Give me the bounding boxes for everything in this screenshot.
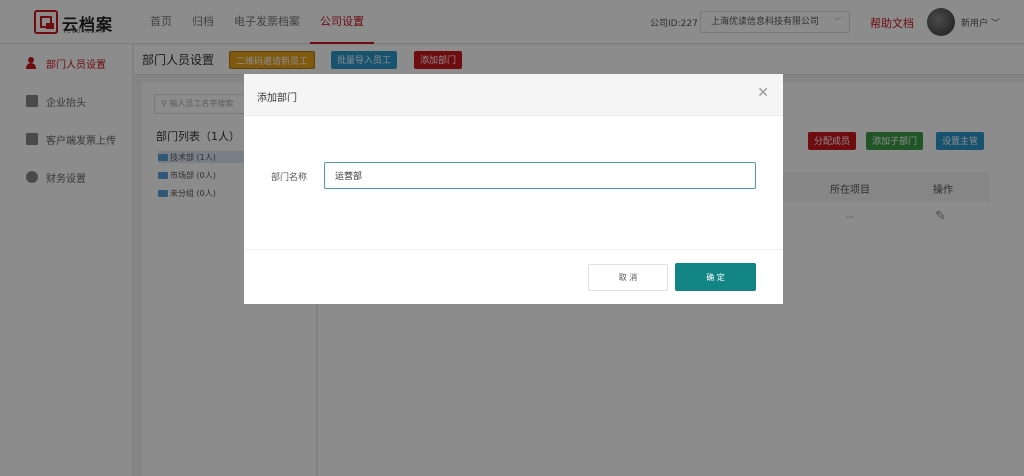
department-name-label: 部门名称 [271,173,308,183]
close-icon[interactable]: ✕ [757,85,769,101]
dialog-divider [244,249,783,250]
department-name-input[interactable] [324,162,756,189]
confirm-button[interactable]: 确 定 [675,263,756,291]
dialog-header: 添加部门 ✕ [244,74,783,116]
add-department-dialog: 添加部门 ✕ 部门名称 取 消 确 定 [244,74,783,304]
dialog-title: 添加部门 [257,93,297,104]
cancel-button[interactable]: 取 消 [588,264,668,291]
